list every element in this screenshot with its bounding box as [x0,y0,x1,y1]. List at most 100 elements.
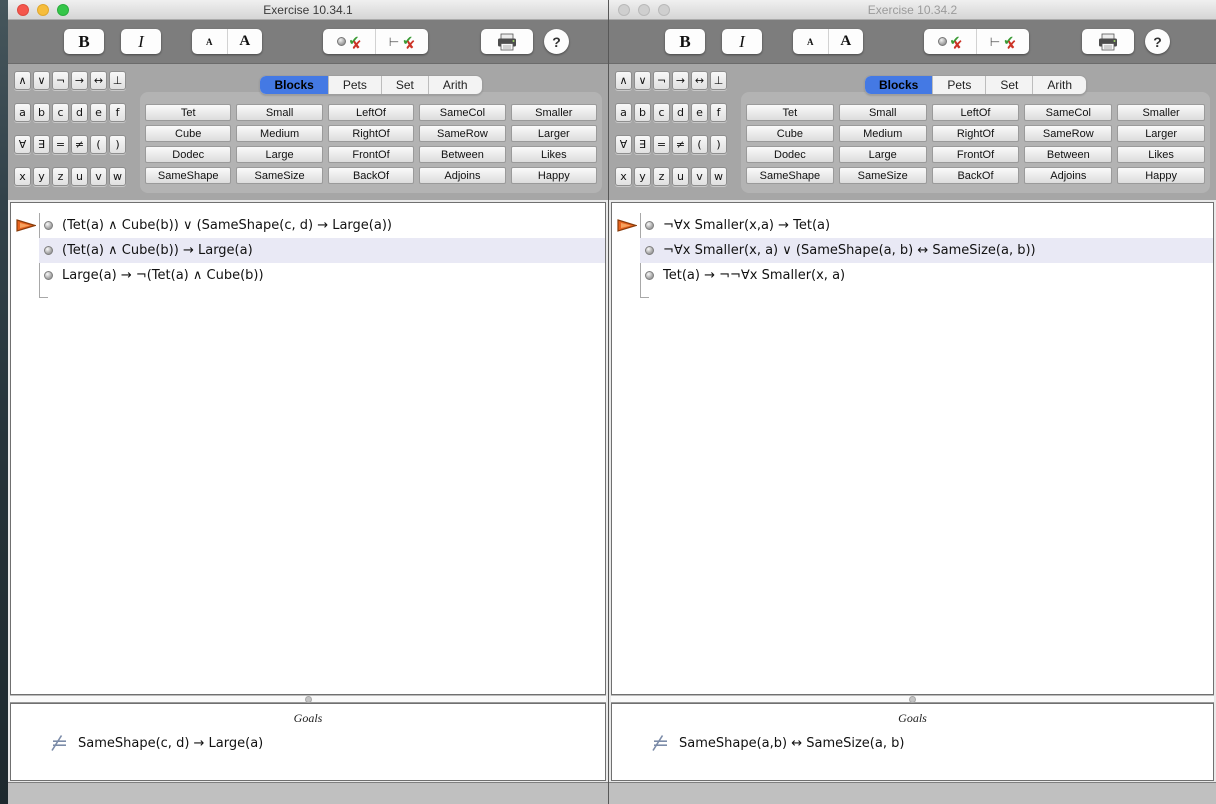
predicate-button-sameshape[interactable]: SameShape [145,167,232,184]
predicate-button-between[interactable]: Between [1024,146,1113,163]
step-body[interactable]: Large(a) → ¬(Tet(a) ∧ Cube(b)) [39,263,605,288]
symbol-button[interactable]: e [691,103,708,122]
font-larger-button[interactable]: A [827,29,864,54]
proof-step[interactable]: Large(a) → ¬(Tet(a) ∧ Cube(b)) [11,263,605,288]
proof-step[interactable]: (Tet(a) ∧ Cube(b)) → Large(a) [11,238,605,263]
tab-set[interactable]: Set [380,76,428,94]
predicate-button-samecol[interactable]: SameCol [419,104,506,121]
symbol-button[interactable]: b [634,103,651,122]
font-smaller-button[interactable]: A [793,29,828,54]
proof-step[interactable]: Tet(a) → ¬¬∀x Smaller(x, a) [612,263,1213,288]
symbol-button[interactable]: ⊥ [710,71,727,90]
predicate-button-adjoins[interactable]: Adjoins [419,167,506,184]
symbol-button[interactable]: = [653,135,670,154]
splitter-handle-icon[interactable] [909,695,916,703]
predicate-button-backof[interactable]: BackOf [327,167,415,184]
tab-blocks[interactable]: Blocks [864,76,933,94]
predicate-button-smaller[interactable]: Smaller [1117,104,1205,121]
symbol-button[interactable]: w [109,167,126,186]
symbol-button[interactable]: f [109,103,126,122]
proof-step[interactable]: ¬∀x Smaller(x, a) ∨ (SameShape(a, b) ↔ S… [612,238,1213,263]
italic-button[interactable]: I [121,29,161,54]
step-body[interactable]: ¬∀x Smaller(x, a) ∨ (SameShape(a, b) ↔ S… [640,238,1213,263]
symbol-button[interactable]: ∧ [14,71,31,90]
predicate-button-medium[interactable]: Medium [838,125,927,142]
predicate-button-dodec[interactable]: Dodec [145,146,232,163]
goals-panel[interactable]: Goals SameShape(a,b) ↔ SameSize(a, b) [611,703,1214,781]
symbol-button[interactable]: ( [90,135,107,154]
predicate-button-backof[interactable]: BackOf [931,167,1020,184]
step-body[interactable]: (Tet(a) ∧ Cube(b)) → Large(a) [39,238,605,263]
predicate-button-small[interactable]: Small [236,104,323,121]
predicate-button-larger[interactable]: Larger [510,125,598,142]
symbol-button[interactable]: = [52,135,69,154]
symbol-button[interactable]: w [710,167,727,186]
italic-button[interactable]: I [722,29,762,54]
symbol-button[interactable]: f [710,103,727,122]
symbol-button[interactable]: → [71,71,88,90]
symbol-button[interactable]: ∀ [14,135,31,154]
symbol-button[interactable]: ( [691,135,708,154]
predicate-button-samesize[interactable]: SameSize [838,167,927,184]
check-proof-button[interactable]: ⊢ ✔ ✘ [375,29,428,54]
predicate-button-medium[interactable]: Medium [236,125,323,142]
predicate-button-samecol[interactable]: SameCol [1024,104,1113,121]
splitter[interactable] [10,695,606,703]
splitter-handle-icon[interactable] [304,695,312,703]
bold-button[interactable]: B [665,29,705,54]
font-larger-button[interactable]: A [226,29,263,54]
symbol-button[interactable]: a [14,103,31,122]
tab-set[interactable]: Set [985,76,1032,94]
predicate-button-larger[interactable]: Larger [1117,125,1205,142]
symbol-button[interactable]: y [33,167,50,186]
symbol-button[interactable]: ≠ [672,135,689,154]
titlebar[interactable]: Exercise 10.34.1 [8,0,608,20]
symbol-button[interactable]: ≠ [71,135,88,154]
goal-row[interactable]: SameShape(c, d) → Large(a) [49,735,605,751]
symbol-button[interactable]: ∃ [33,135,50,154]
symbol-button[interactable]: ⊥ [109,71,126,90]
symbol-button[interactable]: ↔ [691,71,708,90]
print-button[interactable] [481,29,533,54]
goals-panel[interactable]: Goals SameShape(c, d) → Large(a) [10,703,606,781]
predicate-button-frontof[interactable]: FrontOf [931,146,1020,163]
proof-step[interactable]: (Tet(a) ∧ Cube(b)) ∨ (SameShape(c, d) → … [11,213,605,238]
symbol-button[interactable]: y [634,167,651,186]
goal-row[interactable]: SameShape(a,b) ↔ SameSize(a, b) [650,735,1213,751]
symbol-button[interactable]: v [691,167,708,186]
predicate-button-happy[interactable]: Happy [1117,167,1205,184]
step-body[interactable]: ¬∀x Smaller(x,a) → Tet(a) [640,213,1213,238]
symbol-button[interactable]: → [672,71,689,90]
symbol-button[interactable]: e [90,103,107,122]
predicate-button-large[interactable]: Large [838,146,927,163]
predicate-button-tet[interactable]: Tet [746,104,834,121]
symbol-button[interactable]: ) [109,135,126,154]
predicate-button-frontof[interactable]: FrontOf [327,146,415,163]
symbol-button[interactable]: u [71,167,88,186]
predicate-button-rightof[interactable]: RightOf [931,125,1020,142]
predicate-button-samesize[interactable]: SameSize [236,167,323,184]
symbol-button[interactable]: z [653,167,670,186]
predicate-button-leftof[interactable]: LeftOf [931,104,1020,121]
predicate-button-sameshape[interactable]: SameShape [746,167,834,184]
symbol-button[interactable]: x [14,167,31,186]
predicate-button-rightof[interactable]: RightOf [327,125,415,142]
predicate-button-likes[interactable]: Likes [1117,146,1205,163]
help-button[interactable]: ? [544,29,569,54]
predicate-button-tet[interactable]: Tet [145,104,232,121]
proof-area[interactable]: (Tet(a) ∧ Cube(b)) ∨ (SameShape(c, d) → … [10,202,606,695]
predicate-button-cube[interactable]: Cube [746,125,834,142]
predicate-button-samerow[interactable]: SameRow [1024,125,1113,142]
symbol-button[interactable]: ∃ [634,135,651,154]
proof-area[interactable]: ¬∀x Smaller(x,a) → Tet(a) ¬∀x Smaller(x, … [611,202,1214,695]
bold-button[interactable]: B [64,29,104,54]
step-body[interactable]: Tet(a) → ¬¬∀x Smaller(x, a) [640,263,1213,288]
tab-pets[interactable]: Pets [327,76,381,94]
symbol-button[interactable]: v [90,167,107,186]
predicate-button-cube[interactable]: Cube [145,125,232,142]
symbol-button[interactable]: ↔ [90,71,107,90]
symbol-button[interactable]: ∨ [634,71,651,90]
predicate-button-likes[interactable]: Likes [510,146,598,163]
predicate-button-between[interactable]: Between [419,146,506,163]
help-button[interactable]: ? [1145,29,1170,54]
